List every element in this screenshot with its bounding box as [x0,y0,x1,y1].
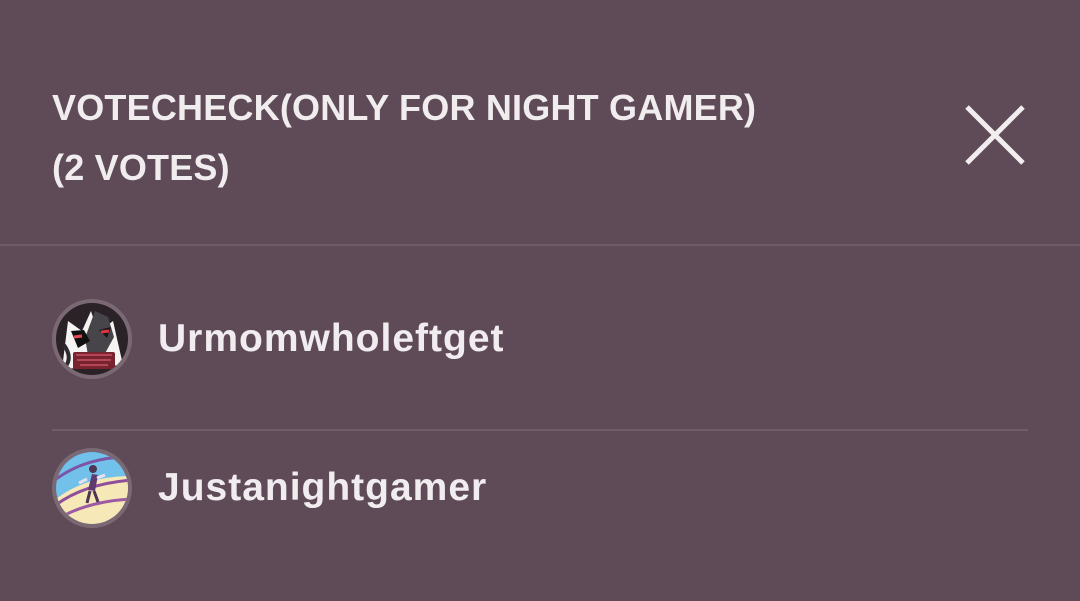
dialog-header: VOTECHECK(ONLY FOR NIGHT GAMER) (2 VOTES… [0,0,1080,246]
voter-name[interactable]: Justanightgamer [158,465,487,511]
vote-list-dialog: VOTECHECK(ONLY FOR NIGHT GAMER) (2 VOTES… [0,0,1080,601]
avatar[interactable] [52,448,132,528]
dialog-title-line-1: VOTECHECK(ONLY FOR NIGHT GAMER) [52,87,757,128]
vote-count: (2 VOTES) [52,147,230,188]
close-button[interactable] [963,103,1027,167]
close-icon [965,105,1025,165]
voter-row-urmomwholeftget[interactable]: Urmomwholeftget [0,264,1080,431]
avatar[interactable] [52,299,132,379]
voter-name[interactable]: Urmomwholeftget [158,316,505,362]
cartoon-character-avatar-icon [56,303,128,375]
voter-row-justanightgamer[interactable]: Justanightgamer [0,413,1080,563]
blue-drawing-avatar-icon [56,452,128,524]
dialog-title: VOTECHECK(ONLY FOR NIGHT GAMER) (2 VOTES… [52,78,902,198]
